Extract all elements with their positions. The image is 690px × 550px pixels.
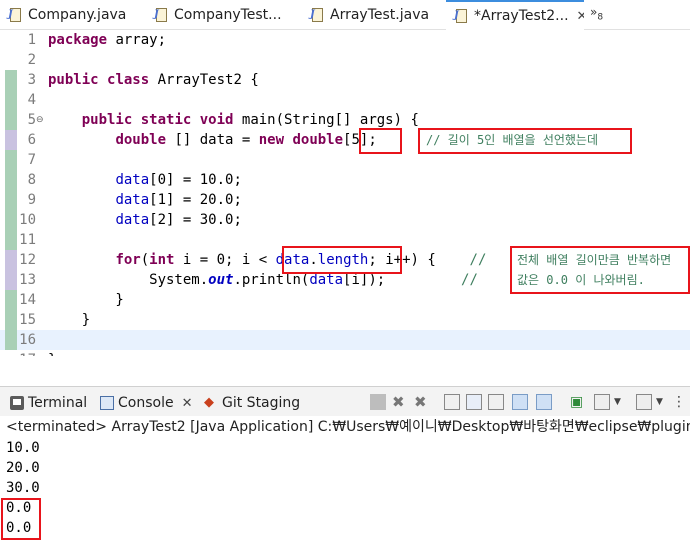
tab-label: Terminal	[28, 395, 88, 411]
code-text: }	[48, 350, 56, 356]
line-number: 5	[27, 112, 36, 128]
close-icon[interactable]: ✕	[577, 9, 584, 24]
code-text: data[2] = 30.0;	[115, 212, 242, 228]
line-number: 10	[19, 212, 36, 228]
editor-tab-bar: J Company.java J CompanyTest... J ArrayT…	[0, 0, 690, 30]
tab-label: Company.java	[28, 7, 127, 23]
code-line: 15 }	[0, 310, 690, 330]
code-text: package array;	[48, 32, 167, 48]
show-on-stdout-icon[interactable]	[512, 394, 528, 410]
line-number: 1	[27, 32, 36, 48]
highlight-box-loop-comment	[510, 246, 690, 294]
output-line: 10.0	[6, 440, 40, 456]
code-line-current: 16	[0, 330, 690, 350]
code-line: 8 data[0] = 10.0;	[0, 170, 690, 190]
console-status-line: <terminated> ArrayTest2 [Java Applicatio…	[0, 416, 690, 438]
overflow-count: 8	[597, 12, 604, 23]
tab-label: ArrayTest.java	[330, 7, 430, 23]
line-number: 4	[27, 92, 36, 108]
console-view-header: Terminal Console ✕ ◆ Git Staging ✖ ✖ ▣ ▼…	[0, 386, 690, 416]
output-line: 20.0	[6, 460, 40, 476]
tab-git-staging[interactable]: ◆ Git Staging	[204, 393, 300, 413]
git-staging-icon: ◆	[204, 395, 214, 410]
display-console-icon[interactable]	[594, 394, 610, 410]
line-number: 8	[27, 172, 36, 188]
tab-console[interactable]: Console ✕	[100, 393, 192, 413]
console-output[interactable]: 10.0 20.0 30.0 0.0 0.0	[0, 438, 690, 550]
code-line: 5 ⊖ public static void main(String[] arg…	[0, 110, 690, 130]
java-file-icon: J	[154, 7, 168, 23]
line-number: 14	[19, 292, 36, 308]
remove-launch-icon[interactable]: ✖	[392, 394, 408, 410]
tab-label: CompanyTest...	[174, 7, 282, 23]
java-file-icon: J	[8, 7, 22, 23]
tab-terminal[interactable]: Terminal	[10, 393, 87, 413]
clear-console-icon[interactable]	[444, 394, 460, 410]
code-line: 2	[0, 50, 690, 70]
code-line: 17 }	[0, 350, 690, 356]
view-menu-icon[interactable]: ⋮	[672, 394, 688, 410]
line-number: 7	[27, 152, 36, 168]
code-line: 4	[0, 90, 690, 110]
line-number: 16	[19, 332, 36, 348]
close-icon[interactable]: ✕	[182, 396, 193, 411]
line-number: 2	[27, 52, 36, 68]
line-number: 13	[19, 272, 36, 288]
tab-company-test[interactable]: J CompanyTest...	[146, 0, 306, 30]
tab-label: *ArrayTest2...	[474, 8, 569, 24]
chevron-down-icon[interactable]: ▼	[614, 394, 630, 410]
code-text: }	[48, 292, 124, 308]
line-number: 12	[19, 252, 36, 268]
tab-company-java[interactable]: J Company.java	[0, 0, 140, 30]
code-text: for(int i = 0; i < data.length; i++) { /…	[115, 252, 487, 268]
remove-all-launches-icon[interactable]: ✖	[414, 394, 430, 410]
code-text: }	[48, 312, 91, 328]
highlight-box-length	[282, 246, 402, 274]
show-on-stderr-icon[interactable]	[536, 394, 552, 410]
scroll-lock-icon[interactable]	[466, 394, 482, 410]
code-text: data[1] = 20.0;	[115, 192, 242, 208]
line-number: 3	[27, 72, 36, 88]
java-file-icon: J	[454, 8, 468, 24]
code-text: data[0] = 10.0;	[115, 172, 242, 188]
code-line: 10 data[2] = 30.0;	[0, 210, 690, 230]
fold-toggle-icon[interactable]: ⊖	[36, 110, 44, 130]
output-line: 30.0	[6, 480, 40, 496]
tab-array-test[interactable]: J ArrayTest.java	[302, 0, 442, 30]
code-line: 3 public class ArrayTest2 {	[0, 70, 690, 90]
highlight-box-output	[1, 498, 41, 540]
tab-label: Console	[118, 395, 174, 411]
code-editor[interactable]: 1 package array; 2 3 public class ArrayT…	[0, 30, 690, 356]
code-text: public static void main(String[] args) {	[81, 112, 419, 128]
java-file-icon: J	[310, 7, 324, 23]
highlight-box-array-size	[359, 128, 402, 154]
tab-array-test2[interactable]: J *ArrayTest2... ✕	[446, 0, 584, 30]
code-line: 1 package array;	[0, 30, 690, 50]
line-number: 17	[14, 350, 36, 356]
console-icon	[100, 396, 114, 410]
line-number: 15	[19, 312, 36, 328]
terminal-icon	[10, 396, 24, 410]
new-console-icon[interactable]	[636, 394, 652, 410]
tab-overflow-button[interactable]: »8	[590, 5, 603, 22]
line-number: 6	[27, 132, 36, 148]
chevron-down-icon[interactable]: ▼	[656, 394, 672, 410]
code-text: double [] data = new double[5];	[115, 132, 377, 148]
terminate-icon[interactable]	[370, 394, 386, 410]
code-text: public class ArrayTest2 {	[48, 72, 259, 88]
pin-console-icon[interactable]: ▣	[570, 394, 586, 410]
highlight-box-comment	[418, 128, 632, 154]
tab-label: Git Staging	[222, 395, 301, 411]
code-line: 9 data[1] = 20.0;	[0, 190, 690, 210]
code-text: System.out.println(data[i]); //	[48, 272, 478, 288]
word-wrap-icon[interactable]	[488, 394, 504, 410]
line-number: 9	[27, 192, 36, 208]
line-number: 11	[19, 232, 36, 248]
